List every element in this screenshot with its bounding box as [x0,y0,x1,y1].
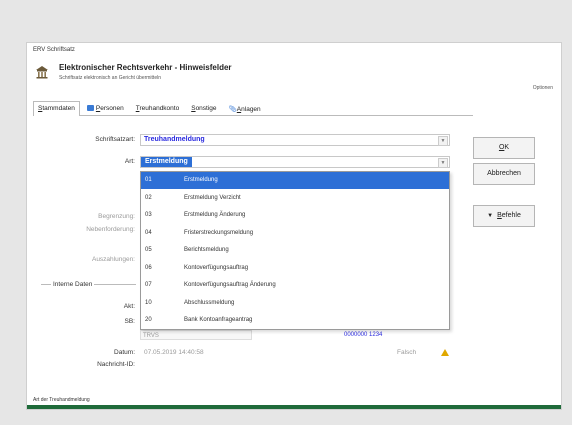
ok-button[interactable]: OK [473,137,535,159]
dropdown-item[interactable]: 07 Kontoverfügungsauftrag Änderung [141,277,449,294]
window-title: ERV Schriftsatz [33,47,75,53]
begrenzung-label: Begrenzung: [98,213,135,220]
dropdown-item[interactable]: 10 Abschlussmeldung [141,295,449,312]
nebenforderung-label: Nebenforderung: [86,226,135,233]
tab-sonstige[interactable]: Sonstige [186,101,221,115]
art-selected-value: Erstmeldung [141,157,192,167]
dropdown-item[interactable]: 05 Berichtsmeldung [141,242,449,259]
persons-icon [86,105,94,111]
tab-stammdaten[interactable]: Stammdaten [33,101,80,116]
dropdown-item[interactable]: 01 Erstmeldung [141,172,449,189]
sb-label: SB: [124,318,135,325]
datum-value: 07.05.2019 14:40:58 [144,349,204,356]
paperclip-icon: 📎︎ [228,106,237,113]
erv-window: ERV Schriftsatz Elektronischer Rechtsver… [26,42,562,410]
befehle-button[interactable]: ▼ Befehle [473,205,535,227]
art-label: Art: [124,158,135,165]
dropdown-item[interactable]: 20 Bank Kontoanfrageantrag [141,312,449,329]
abbrechen-button[interactable]: Abbrechen [473,163,535,185]
nachricht-id-label: Nachricht-ID: [97,361,135,368]
datum-label: Datum: [114,349,135,356]
dropdown-item[interactable]: 02 Erstmeldung Verzicht [141,190,449,207]
courthouse-icon [36,66,48,79]
dropdown-item[interactable]: 03 Erstmeldung Änderung [141,207,449,224]
akt-label: Akt: [123,303,135,310]
schriftsatzart-label: Schriftsatzart: [95,136,135,143]
status-bar [27,405,561,409]
falsch-label: Falsch [397,349,417,356]
sb-field[interactable]: TRVS [140,330,252,340]
art-select[interactable]: Erstmeldung ▼ [140,156,450,168]
status-text: Art der Treuhandmeldung [33,397,90,403]
auszahlungen-label: Auszahlungen: [91,256,135,263]
dropdown-item[interactable]: 04 Fristerstreckungsmeldung [141,225,449,242]
chevron-down-icon[interactable]: ▼ [438,158,448,168]
blue-value-field: 0000000 1234 [344,332,383,338]
warning-icon [441,349,449,356]
tab-personen[interactable]: Personen [82,101,129,115]
header-subtitle: Schriftsatz elektronisch an Gericht über… [59,75,161,81]
dropdown-item[interactable]: 06 Kontoverfügungsauftrag [141,260,449,277]
triangle-down-icon: ▼ [487,213,494,219]
tab-treuhandkonto[interactable]: Treuhandkonto [131,101,185,115]
header-title: Elektronischer Rechtsverkehr - Hinweisfe… [59,63,232,72]
interne-daten-label: Interne Daten [51,281,95,288]
tab-bar: Stammdaten Personen Treuhandkonto Sonsti… [33,101,473,116]
art-dropdown-list[interactable]: 01 Erstmeldung 02 Erstmeldung Verzicht 03 E… [140,171,450,330]
chevron-down-icon[interactable]: ▼ [438,136,448,146]
tab-anlagen[interactable]: 📎︎Anlagen [224,101,266,115]
schriftsatzart-select[interactable]: Treuhandmeldung ▼ [140,134,450,146]
optionen-link[interactable]: Optionen [533,85,553,91]
